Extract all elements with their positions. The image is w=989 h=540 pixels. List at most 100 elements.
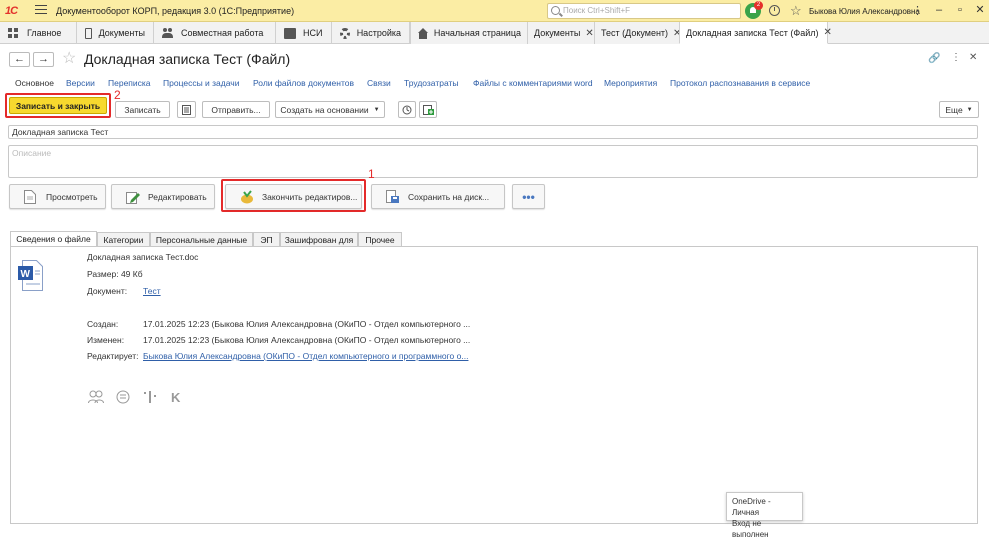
tab-encrypted-for[interactable]: Зашифрован для [280, 232, 358, 246]
close-window-icon[interactable]: ✕ [973, 3, 987, 17]
ellipsis-icon: ••• [522, 189, 535, 204]
history-button[interactable] [398, 101, 416, 118]
tab-label: Документы [534, 28, 581, 38]
section-label: Совместная работа [181, 28, 264, 38]
main-menu-icon[interactable] [35, 5, 47, 16]
tab-test-document[interactable]: Тест (Документ) ✕ [594, 22, 681, 44]
onedrive-tooltip: OneDrive - Личная Вход не выполнен [726, 492, 803, 539]
document-label: Документ: [87, 286, 128, 296]
editor-label: Редактирует: [87, 351, 139, 361]
more-menu-icon[interactable]: ⋮ [912, 4, 923, 17]
form-title: Докладная записка Тест (Файл) [84, 51, 291, 67]
chevron-down-icon: ▼ [966, 106, 973, 113]
tab-file-active[interactable]: Докладная записка Тест (Файл) ✕ [679, 22, 832, 44]
user-name[interactable]: Быкова Юлия Александровна [809, 7, 920, 16]
view-button[interactable]: Просмотреть [9, 184, 106, 209]
create-based-on-button[interactable]: Создать на основании ▼ [275, 101, 385, 118]
nav-events[interactable]: Мероприятия [604, 78, 657, 88]
form-menu-icon[interactable]: ⋮ [951, 52, 961, 63]
created-label: Создан: [87, 319, 119, 329]
link-icon[interactable]: 🔗 [928, 53, 940, 64]
home-icon [417, 27, 428, 39]
tab-documents[interactable]: Документы ✕ [527, 22, 594, 44]
section-label: Документы [98, 28, 145, 38]
section-label: Настройка [356, 28, 401, 38]
favorites-star-icon[interactable]: ☆ [790, 3, 802, 19]
tab-label: Тест (Документ) [601, 28, 669, 38]
gear-icon [340, 27, 350, 39]
tab-signature[interactable]: ЭП [253, 232, 280, 246]
app-title: Документооборот КОРП, редакция 3.0 (1С:П… [56, 6, 295, 16]
created-value: 17.01.2025 12:23 (Быкова Юлия Александро… [143, 319, 471, 329]
nav-processes[interactable]: Процессы и задачи [163, 78, 239, 88]
close-tab-icon[interactable]: ✕ [585, 28, 593, 39]
close-form-icon[interactable]: ✕ [969, 52, 977, 63]
file-form: ← → ☆ Докладная записка Тест (Файл) 🔗 ⋮ … [0, 44, 989, 530]
tab-other[interactable]: Прочее [358, 232, 402, 246]
save-to-disk-button[interactable]: Сохранить на диск... [371, 184, 505, 209]
search-icon [551, 6, 560, 15]
edit-button[interactable]: Редактировать [111, 184, 215, 209]
maximize-icon[interactable]: ▫ [953, 3, 967, 17]
tooltip-line-2: Вход не выполнен [732, 519, 769, 539]
people-icon [162, 27, 174, 39]
view-document-icon [24, 189, 38, 204]
search-placeholder: Поиск Ctrl+Shift+F [563, 6, 631, 15]
marker-1: 1 [368, 167, 375, 181]
nav-labor[interactable]: Трудозатраты [404, 78, 459, 88]
users-icon[interactable] [88, 390, 104, 407]
grid-icon [8, 27, 20, 39]
editor-link[interactable]: Быкова Юлия Александровна (ОКиПО - Отдел… [143, 351, 468, 361]
add-file-icon [422, 104, 434, 115]
nav-recognition-log[interactable]: Протокол распознавания в сервисе [670, 78, 810, 88]
back-button[interactable]: ← [9, 52, 30, 67]
stats-icon[interactable] [143, 390, 157, 407]
minimize-icon[interactable]: – [932, 3, 946, 17]
file-size: Размер: 49 Кб [87, 269, 143, 279]
more-actions-button[interactable]: ••• [512, 184, 545, 209]
app-logo: 1С [5, 5, 18, 17]
tooltip-line-1: OneDrive - Личная [732, 497, 771, 517]
section-nsi[interactable]: НСИ [276, 22, 332, 44]
tab-label: Докладная записка Тест (Файл) [686, 27, 819, 38]
add-green-button[interactable] [419, 101, 437, 118]
history-icon[interactable] [769, 5, 780, 16]
nav-versions[interactable]: Версии [66, 78, 95, 88]
chat-icon[interactable] [116, 390, 130, 407]
name-field[interactable]: Докладная записка Тест [8, 125, 978, 139]
section-main[interactable]: Главное [0, 22, 77, 44]
k-icon[interactable]: K [171, 390, 180, 405]
nav-word-files[interactable]: Файлы с комментариями word [473, 78, 593, 88]
nav-file-roles[interactable]: Роли файлов документов [253, 78, 354, 88]
nav-correspondence[interactable]: Переписка [108, 78, 151, 88]
finish-editing-icon [240, 189, 254, 204]
save-button[interactable]: Записать [115, 101, 170, 118]
section-settings[interactable]: Настройка [332, 22, 410, 44]
send-button[interactable]: Отправить... [202, 101, 270, 118]
title-bar: 1С Документооборот КОРП, редакция 3.0 (1… [0, 0, 989, 22]
close-tab-icon[interactable]: ✕ [824, 27, 832, 38]
report-list-icon[interactable] [177, 101, 196, 118]
tab-personal-data[interactable]: Персональные данные [150, 232, 253, 246]
description-field[interactable]: Описание [8, 145, 978, 178]
section-documents[interactable]: Документы [77, 22, 154, 44]
nav-links[interactable]: Связи [367, 78, 391, 88]
document-link[interactable]: Тест [143, 286, 161, 296]
save-and-close-button[interactable]: Записать и закрыть [9, 97, 107, 114]
global-search-input[interactable]: Поиск Ctrl+Shift+F [547, 3, 741, 19]
edit-label: Редактировать [148, 191, 207, 202]
section-collaboration[interactable]: Совместная работа [154, 22, 276, 44]
favorite-star-icon[interactable]: ☆ [62, 48, 76, 68]
book-icon [284, 27, 296, 39]
list-icon [182, 104, 191, 115]
tab-home[interactable]: Начальная страница [410, 22, 527, 44]
more-button[interactable]: Еще ▼ [939, 101, 979, 118]
finish-editing-button[interactable]: Закончить редактиров... [225, 184, 362, 209]
tab-categories[interactable]: Категории [97, 232, 150, 246]
changed-value: 17.01.2025 12:23 (Быкова Юлия Александро… [143, 335, 471, 345]
chevron-down-icon: ▼ [373, 106, 380, 113]
forward-button[interactable]: → [33, 52, 54, 67]
nav-main[interactable]: Основное [15, 78, 54, 88]
tab-file-info[interactable]: Сведения о файле [10, 231, 97, 246]
tab-label: Начальная страница [433, 28, 521, 38]
